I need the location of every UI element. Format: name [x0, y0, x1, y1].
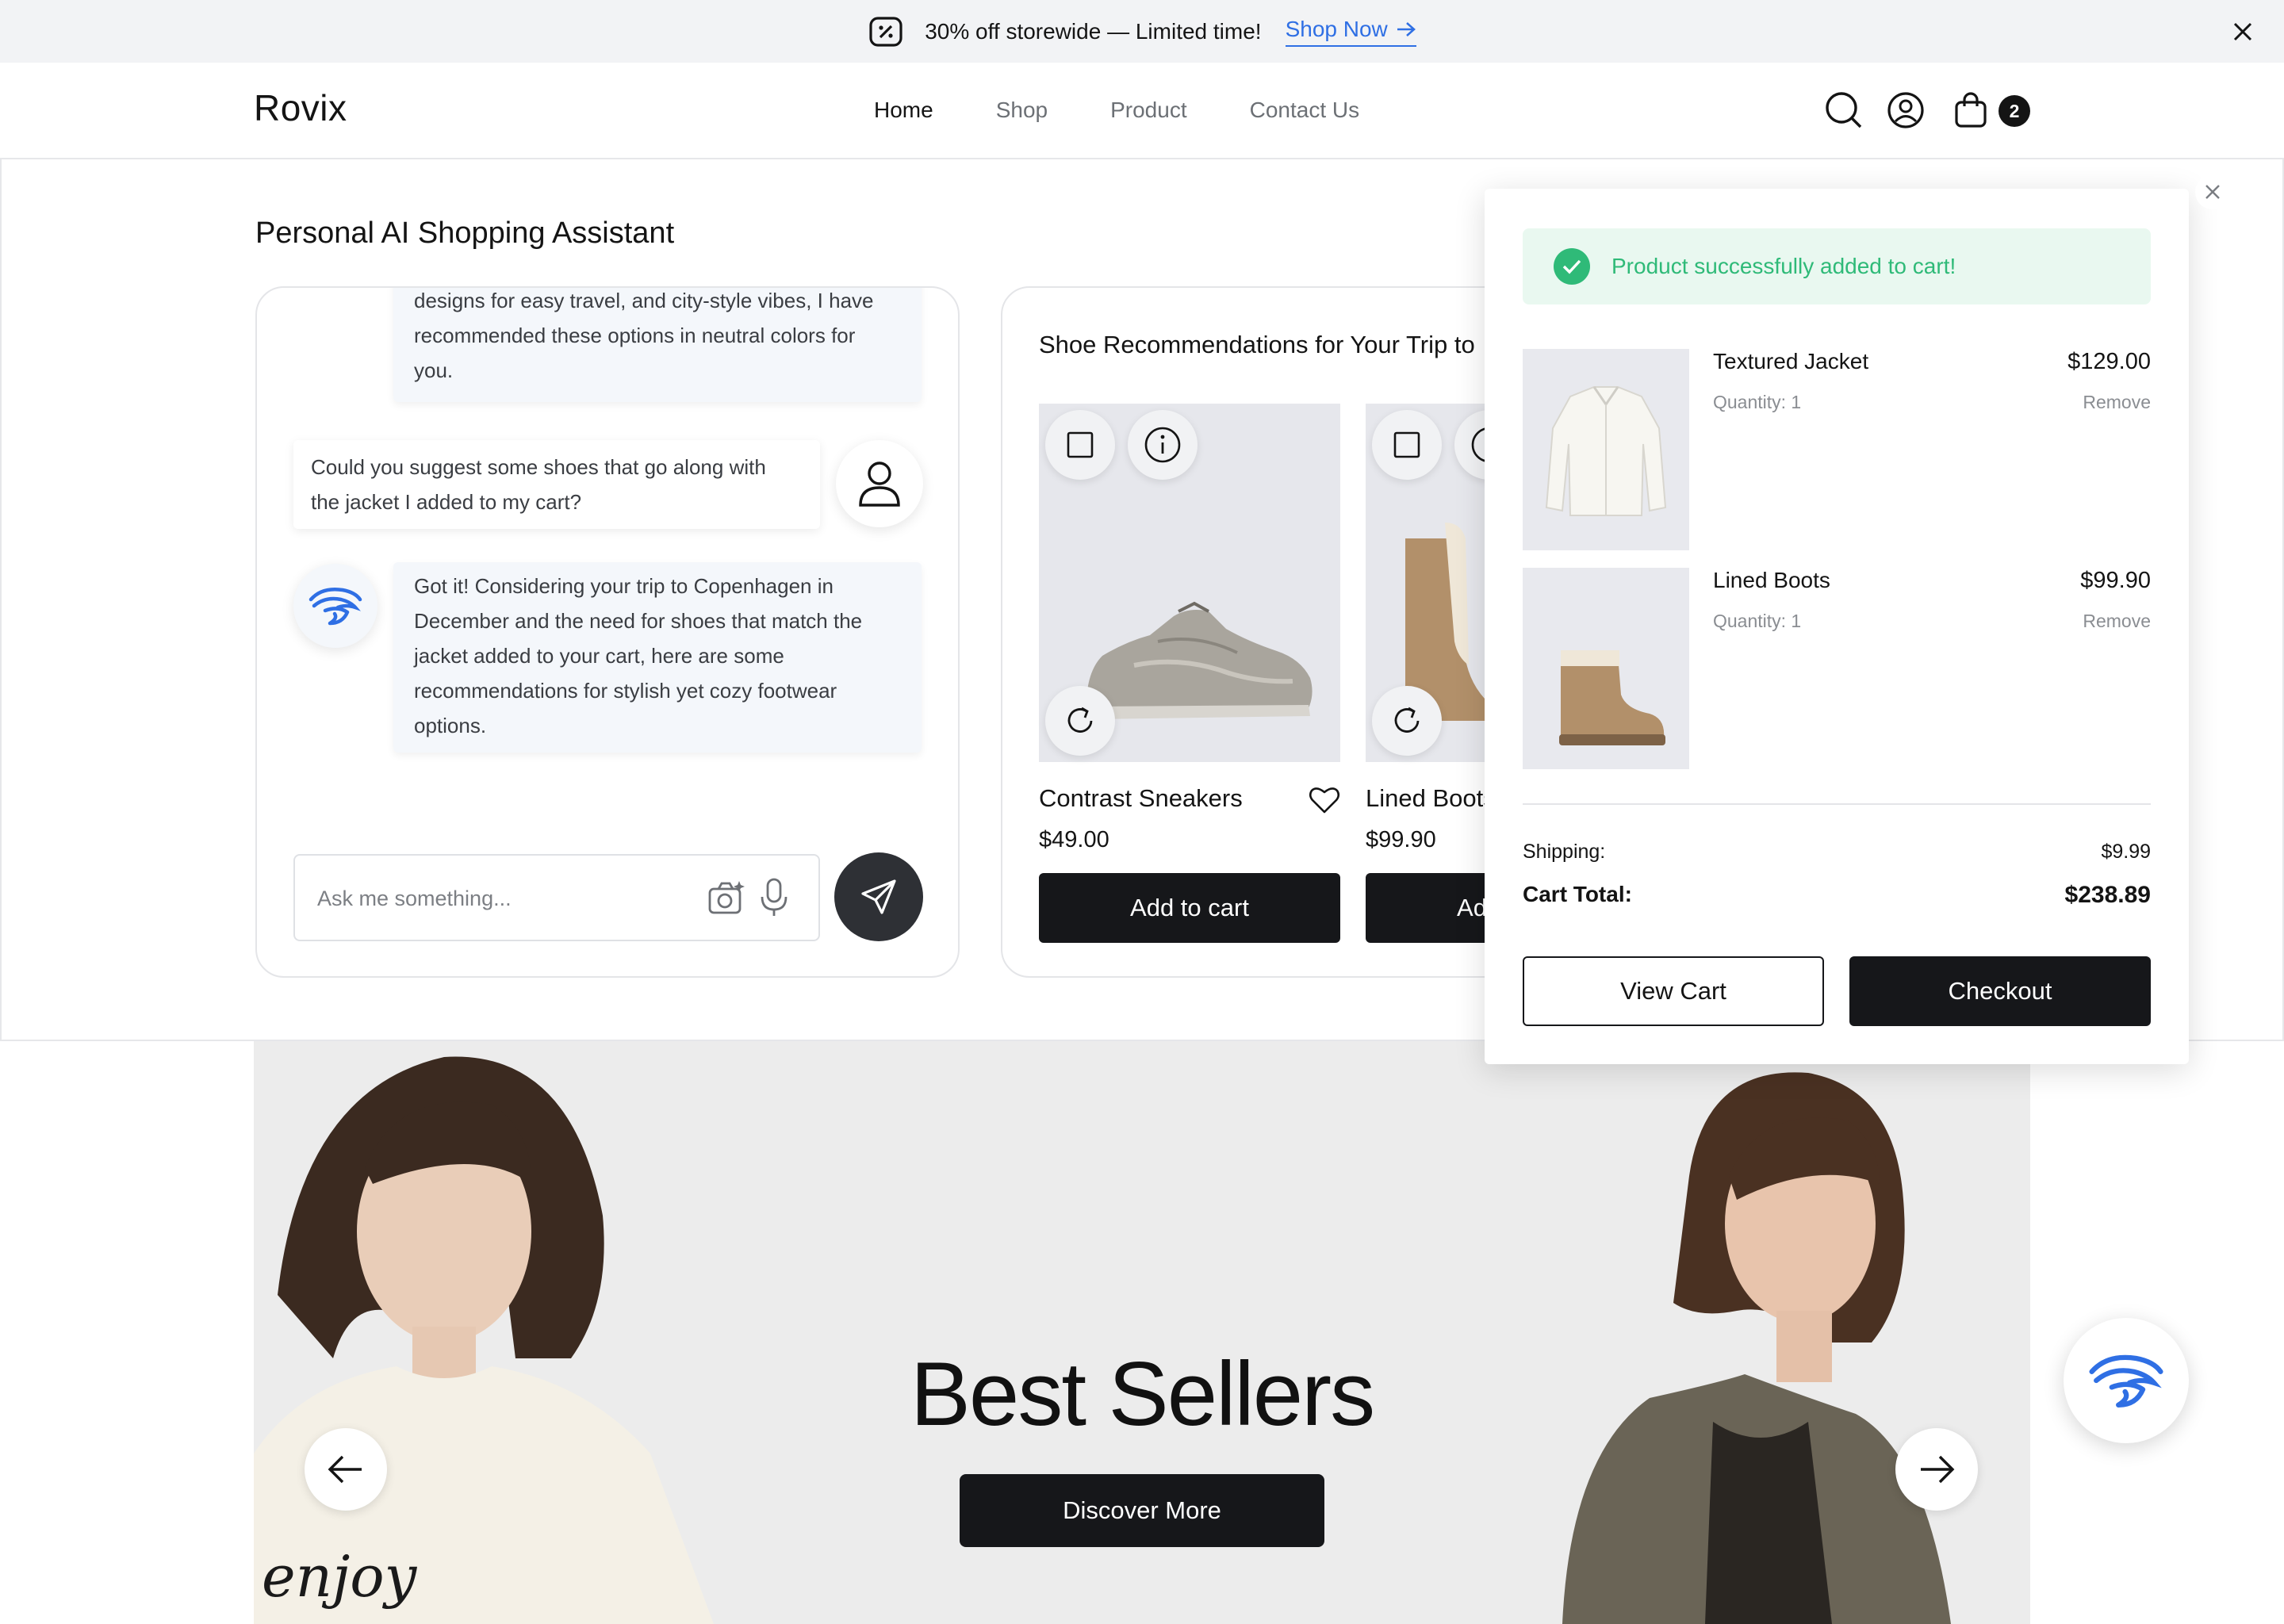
close-icon[interactable]: [2227, 16, 2259, 48]
best-sellers-banner: enjoy Best Sellers Discover More: [254, 1041, 2030, 1624]
send-button[interactable]: [834, 852, 923, 941]
close-cart-icon[interactable]: [2195, 174, 2230, 209]
discover-more-button[interactable]: Discover More: [960, 1474, 1324, 1547]
cart-item: Textured Jacket Quantity: 1 $129.00 Remo…: [1523, 349, 2151, 550]
logo[interactable]: Rovix: [254, 86, 347, 129]
nav-home[interactable]: Home: [874, 98, 933, 123]
shipping-label: Shipping:: [1523, 841, 1606, 863]
check-circle-icon: [1553, 247, 1591, 285]
site-header: Rovix Home Shop Product Contact Us 2: [0, 63, 2284, 159]
product-price: $99.90: [1366, 827, 1436, 852]
cart-item-name[interactable]: Lined Boots: [1713, 568, 1830, 593]
microphone-icon[interactable]: [760, 878, 788, 917]
ai-message: designs for easy travel, and city-style …: [393, 288, 922, 402]
message-line: December and the need for shoes that mat…: [414, 609, 863, 633]
nav-contact-us[interactable]: Contact Us: [1250, 98, 1360, 123]
shopping-bag-icon[interactable]: [1951, 90, 1991, 130]
message-line: designs for easy travel, and city-style …: [414, 289, 874, 312]
add-to-cart-button[interactable]: Add to cart: [1039, 873, 1340, 943]
message-line: the jacket I added to my cart?: [311, 490, 582, 514]
cart-count-badge: 2: [1998, 95, 2030, 127]
message-line: options.: [414, 714, 487, 737]
refresh-icon[interactable]: [1372, 686, 1442, 756]
shop-now-label: Shop Now: [1285, 16, 1388, 41]
select-checkbox[interactable]: [1372, 410, 1442, 480]
search-icon[interactable]: [1824, 90, 1864, 130]
chat-input-box: [293, 854, 820, 941]
chat-input[interactable]: [317, 879, 682, 917]
cart-item-price: $99.90: [2080, 568, 2151, 593]
shop-now-link[interactable]: Shop Now: [1285, 16, 1416, 47]
assistant-logo-icon: [2085, 1347, 2167, 1414]
product-name[interactable]: Contrast Sneakers: [1039, 784, 1243, 813]
cart-item-image-jacket[interactable]: [1523, 349, 1689, 550]
message-line: you.: [414, 358, 454, 382]
promo-text: 30% off storewide — Limited time!: [925, 18, 1262, 44]
divider: [1523, 803, 2151, 805]
message-line: jacket added to your cart, here are some: [414, 644, 784, 668]
nav-shop[interactable]: Shop: [996, 98, 1048, 123]
product-name[interactable]: Lined Boots: [1366, 784, 1496, 813]
assistant-title: Personal AI Shopping Assistant: [255, 216, 675, 250]
remove-button[interactable]: Remove: [2083, 611, 2151, 632]
heart-icon[interactable]: [1309, 786, 1340, 814]
svg-text:enjoy: enjoy: [262, 1543, 418, 1610]
product-price: $49.00: [1039, 827, 1109, 852]
chat-panel: designs for easy travel, and city-style …: [255, 286, 960, 978]
toast-message: Product successfully added to cart!: [1611, 254, 1956, 278]
cart-total-value: $238.89: [2064, 882, 2151, 908]
assistant-logo-icon: [306, 582, 365, 630]
cart-item-image-boots[interactable]: [1523, 568, 1689, 769]
message-line: Got it! Considering your trip to Copenha…: [414, 574, 834, 598]
main-nav: Home Shop Product Contact Us: [874, 98, 1359, 123]
user-avatar: [836, 440, 923, 527]
camera-icon[interactable]: [707, 879, 745, 916]
ai-message: Got it! Considering your trip to Copenha…: [393, 562, 922, 753]
cart-item-quantity: Quantity: 1: [1713, 611, 1802, 631]
discount-tag-icon: [868, 13, 904, 50]
promo-bar: 30% off storewide — Limited time! Shop N…: [0, 0, 2284, 63]
success-toast: Product successfully added to cart!: [1523, 228, 2151, 304]
user-message: Could you suggest some shoes that go alo…: [293, 440, 820, 529]
cart-item: Lined Boots Quantity: 1 $99.90 Remove: [1523, 568, 2151, 769]
recommendations-title: Shoe Recommendations for Your Trip to: [1039, 331, 1475, 358]
message-line: recommended these options in neutral col…: [414, 324, 856, 347]
shipping-value: $9.99: [2101, 841, 2151, 863]
checkout-button[interactable]: Checkout: [1849, 956, 2151, 1026]
remove-button[interactable]: Remove: [2083, 392, 2151, 413]
arrow-right-icon[interactable]: [1895, 1428, 1978, 1511]
view-cart-button[interactable]: View Cart: [1523, 956, 1824, 1026]
cart-item-price: $129.00: [2067, 349, 2151, 374]
send-icon: [860, 878, 898, 916]
cart-item-name[interactable]: Textured Jacket: [1713, 349, 1868, 374]
assistant-avatar: [293, 564, 377, 648]
message-line: Could you suggest some shoes that go alo…: [311, 455, 766, 479]
message-line: recommendations for stylish yet cozy foo…: [414, 679, 837, 703]
cart-item-quantity: Quantity: 1: [1713, 392, 1802, 412]
refresh-icon[interactable]: [1045, 686, 1115, 756]
cart-popup: Product successfully added to cart! Text…: [1485, 189, 2189, 1064]
hero-title: Best Sellers: [910, 1344, 1375, 1445]
arrow-left-icon[interactable]: [305, 1428, 387, 1511]
account-icon[interactable]: [1886, 90, 1926, 130]
user-icon: [856, 459, 903, 508]
ai-assistant-fab[interactable]: [2064, 1318, 2189, 1443]
info-icon[interactable]: [1128, 410, 1198, 480]
arrow-right-icon: [1396, 21, 1416, 38]
nav-product[interactable]: Product: [1110, 98, 1187, 123]
select-checkbox[interactable]: [1045, 410, 1115, 480]
cart-total-label: Cart Total:: [1523, 882, 1632, 906]
